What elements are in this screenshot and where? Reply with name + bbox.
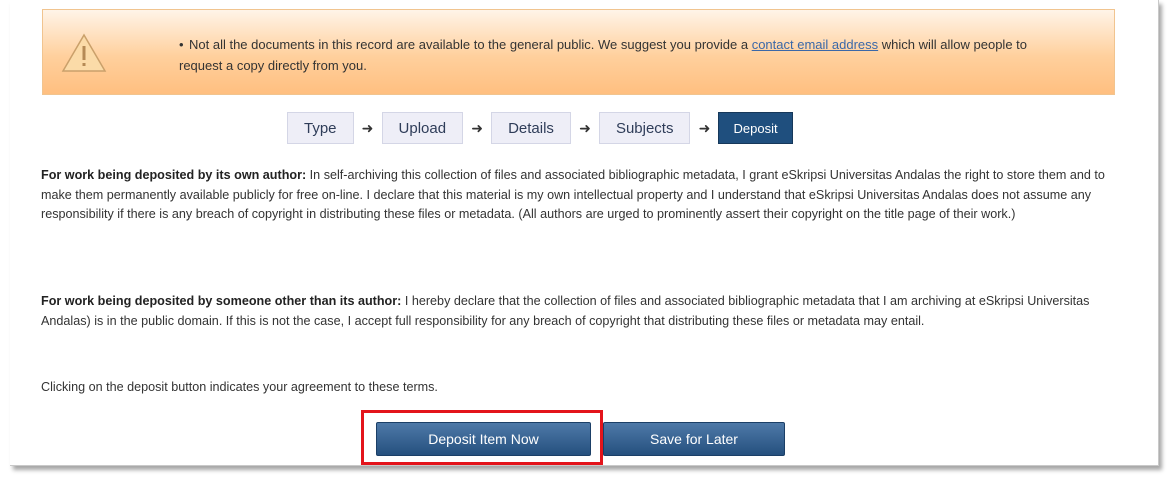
arrow-right-icon: ➜ <box>361 119 374 136</box>
highlight-box <box>361 410 603 465</box>
arrow-right-icon: ➜ <box>579 119 591 136</box>
save-for-later-button[interactable]: Save for Later <box>603 422 785 456</box>
step-upload[interactable]: Upload <box>381 112 464 144</box>
bullet: • <box>179 37 184 52</box>
step-deposit[interactable]: Deposit <box>718 112 793 144</box>
warning-icon <box>61 33 107 72</box>
step-details[interactable]: Details <box>491 112 571 144</box>
workflow-steps: Type ➜ Upload ➜ Details ➜ Subjects ➜ Dep… <box>287 111 793 145</box>
arrow-right-icon: ➜ <box>698 119 711 136</box>
warning-message: • Not all the documents in this record ar… <box>179 34 1059 76</box>
terms-agreement-note: Clicking on the deposit button indicates… <box>41 380 438 394</box>
contact-email-link[interactable]: contact email address <box>752 37 878 52</box>
terms-other-author-heading: For work being deposited by someone othe… <box>41 294 402 308</box>
step-type[interactable]: Type <box>287 112 354 144</box>
warning-banner: • Not all the documents in this record ar… <box>42 9 1115 95</box>
terms-own-author: For work being deposited by its own auth… <box>41 166 1126 225</box>
arrow-right-icon: ➜ <box>471 119 483 136</box>
step-subjects[interactable]: Subjects <box>598 112 691 144</box>
warning-text-part1: Not all the documents in this record are… <box>189 37 752 52</box>
terms-other-author: For work being deposited by someone othe… <box>41 292 1126 331</box>
terms-own-author-heading: For work being deposited by its own auth… <box>41 168 307 182</box>
